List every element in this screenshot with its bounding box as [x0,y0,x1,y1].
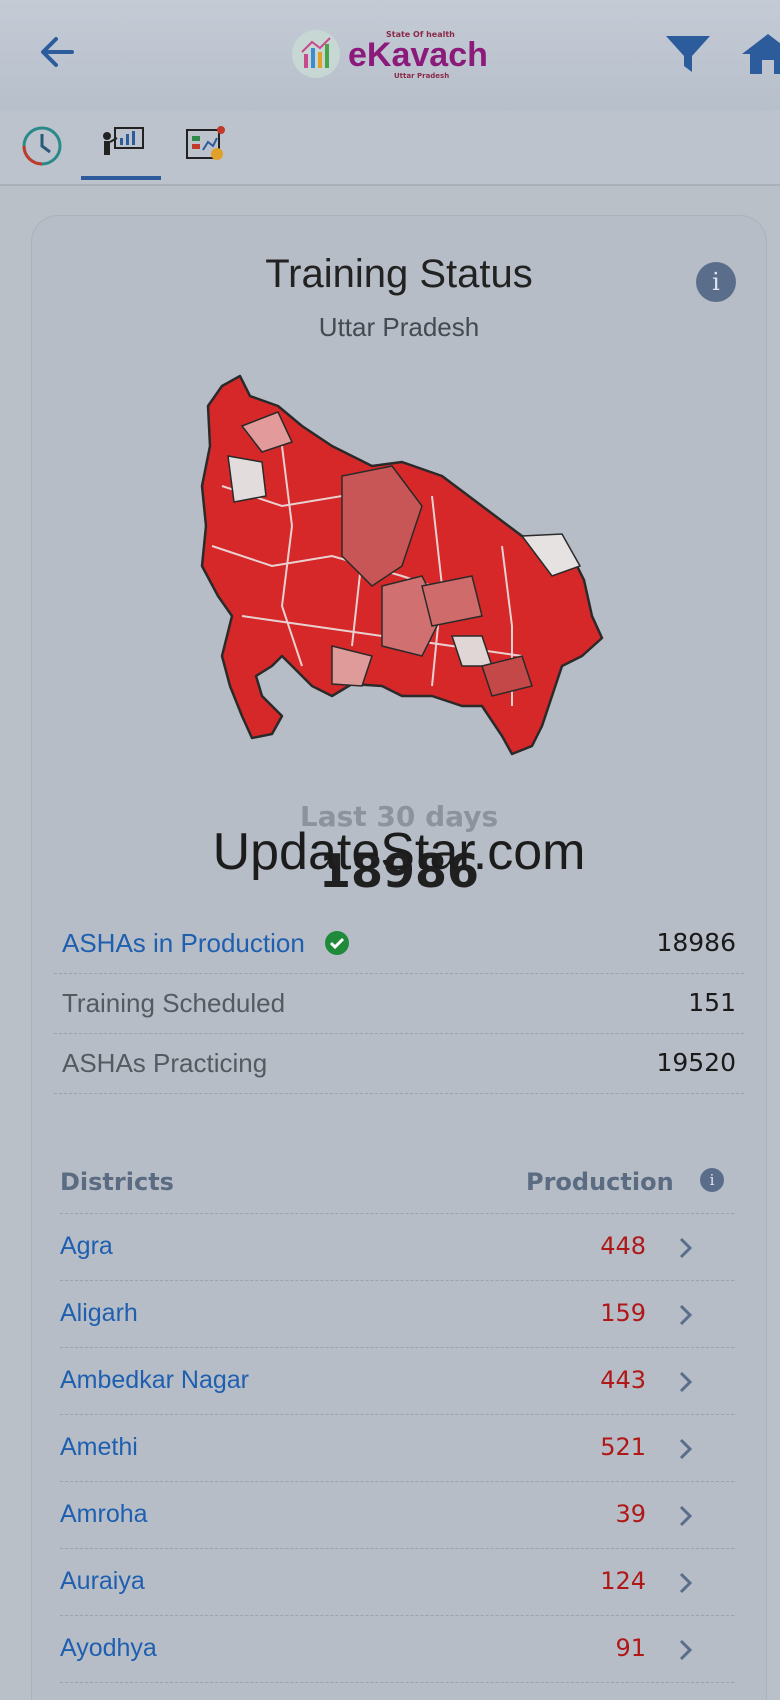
district-name[interactable]: Ayodhya [60,1634,157,1663]
stat-label[interactable]: ASHAs in Production [62,928,305,959]
district-value: 521 [600,1433,646,1461]
logo-subtitle: Uttar Pradesh [394,72,450,80]
district-name[interactable]: Auraiya [60,1567,145,1596]
check-icon [325,931,349,955]
district-value: 124 [600,1567,646,1595]
chevron-right-icon[interactable] [674,1301,698,1329]
back-button[interactable] [36,30,80,74]
column-header-districts: Districts [60,1168,174,1196]
filter-icon [666,36,710,72]
chevron-right-icon[interactable] [674,1435,698,1463]
district-value: 91 [615,1634,646,1662]
chevron-right-icon[interactable] [674,1234,698,1262]
district-value: 39 [615,1500,646,1528]
district-value: 448 [600,1232,646,1260]
card-title: Training Status [265,252,533,296]
tab-bar [0,110,780,186]
analytics-icon [186,126,225,160]
home-button[interactable] [738,30,780,78]
stat-value: 19520 [656,1048,736,1077]
stat-row-scheduled: Training Scheduled 151 [54,974,744,1034]
table-row[interactable]: Amroha 39 [60,1482,734,1549]
chevron-right-icon[interactable] [674,1569,698,1597]
training-status-card: Training Status Uttar Pradesh i Last 30 … [32,216,766,1700]
stat-value: 18986 [656,928,736,957]
table-row[interactable]: Agra 448 [60,1214,734,1281]
info-button[interactable]: i [696,262,736,302]
tab-overview[interactable] [0,118,80,178]
chevron-right-icon[interactable] [674,1636,698,1664]
table-row[interactable]: Auraiya 124 [60,1549,734,1616]
card-subtitle: Uttar Pradesh [318,312,480,342]
stat-label: Training Scheduled [62,988,286,1018]
tab-analytics[interactable] [163,118,243,178]
table-row[interactable]: Ayodhya 91 [60,1616,734,1683]
district-value: 159 [600,1299,646,1327]
production-info-button[interactable]: i [700,1168,724,1192]
stat-row-production[interactable]: ASHAs in Production 18986 [54,914,744,974]
districts-table-header: Districts Production i [60,1148,734,1214]
logo-name: eKavach [348,36,488,74]
stat-row-practicing: ASHAs Practicing 19520 [54,1034,744,1094]
watermark-text: UpdateStar.com [212,823,586,881]
stat-value: 151 [688,988,736,1017]
home-icon [742,34,780,74]
district-name[interactable]: Aligarh [60,1299,138,1328]
back-arrow-icon [41,37,74,67]
app-logo: State Of health eKavach Uttar Pradesh [292,26,512,82]
table-row[interactable]: Ambedkar Nagar 443 [60,1348,734,1415]
chevron-right-icon[interactable] [674,1368,698,1396]
column-header-production: Production [526,1168,674,1196]
logo-chart-icon [292,30,340,78]
table-row[interactable]: Amethi 521 [60,1415,734,1482]
district-name[interactable]: Ambedkar Nagar [60,1366,249,1395]
chevron-right-icon[interactable] [674,1502,698,1530]
filter-button[interactable] [662,30,714,78]
district-name[interactable]: Agra [60,1232,113,1261]
tab-training[interactable] [81,118,161,180]
district-name[interactable]: Amethi [60,1433,138,1462]
training-board-icon [103,127,144,155]
app-header: State Of health eKavach Uttar Pradesh [0,0,780,110]
district-name[interactable]: Amroha [60,1500,148,1529]
stat-label: ASHAs Practicing [62,1048,268,1078]
table-row[interactable]: Aligarh 159 [60,1281,734,1348]
district-value: 443 [600,1366,646,1394]
state-map[interactable] [182,366,642,806]
clock-icon [22,126,62,166]
